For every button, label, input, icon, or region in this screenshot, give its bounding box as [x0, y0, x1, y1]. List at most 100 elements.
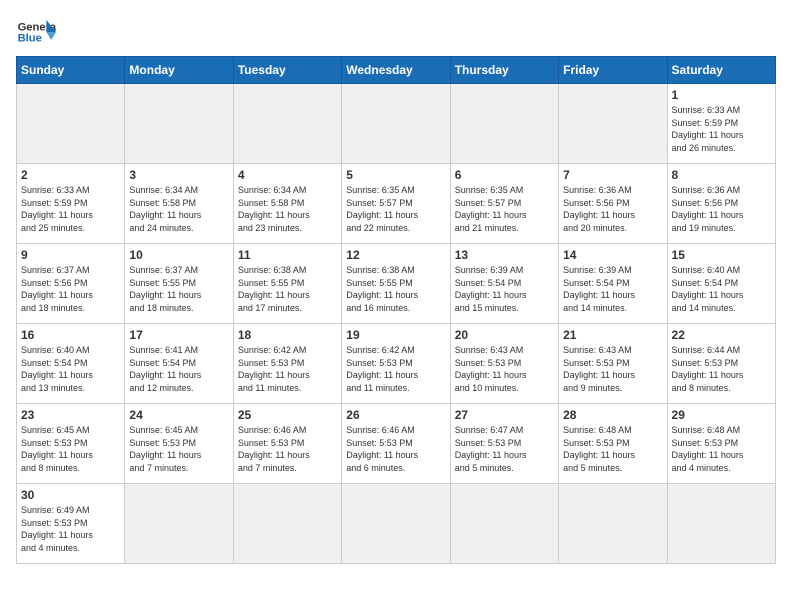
calendar-cell: 17Sunrise: 6:41 AM Sunset: 5:54 PM Dayli… [125, 324, 233, 404]
calendar-cell [559, 84, 667, 164]
day-info: Sunrise: 6:47 AM Sunset: 5:53 PM Dayligh… [455, 424, 554, 474]
day-info: Sunrise: 6:39 AM Sunset: 5:54 PM Dayligh… [455, 264, 554, 314]
day-number: 6 [455, 168, 554, 182]
day-number: 19 [346, 328, 445, 342]
calendar-cell: 24 Sunrise: 6:45 AM Sunset: 5:53 PM Dayli… [125, 404, 233, 484]
day-info: Sunrise: 6:43 AM Sunset: 5:53 PM Dayligh… [563, 344, 662, 394]
day-number: 24 [129, 408, 228, 422]
calendar-cell [233, 484, 341, 564]
calendar: SundayMondayTuesdayWednesdayThursdayFrid… [16, 56, 776, 564]
day-number: 29 [672, 408, 771, 422]
calendar-cell: 25 Sunrise: 6:46 AM Sunset: 5:53 PM Dayli… [233, 404, 341, 484]
day-info: Sunrise: 6:36 AM Sunset: 5:56 PM Dayligh… [672, 184, 771, 234]
day-info: Sunrise: 6:48 AM Sunset: 5:53 PM Dayligh… [563, 424, 662, 474]
calendar-cell [17, 84, 125, 164]
day-number: 30 [21, 488, 120, 502]
calendar-cell: 12 Sunrise: 6:38 AM Sunset: 5:55 PM Dayli… [342, 244, 450, 324]
day-number: 3 [129, 168, 228, 182]
calendar-cell [450, 484, 558, 564]
day-number: 25 [238, 408, 337, 422]
calendar-cell: 14 Sunrise: 6:39 AM Sunset: 5:54 PM Dayli… [559, 244, 667, 324]
calendar-cell: 11Sunrise: 6:38 AM Sunset: 5:55 PM Dayli… [233, 244, 341, 324]
calendar-cell: 30 Sunrise: 6:49 AM Sunset: 5:53 PM Dayli… [17, 484, 125, 564]
calendar-cell: 20 Sunrise: 6:43 AM Sunset: 5:53 PM Dayli… [450, 324, 558, 404]
day-info: Sunrise: 6:48 AM Sunset: 5:53 PM Dayligh… [672, 424, 771, 474]
day-number: 16 [21, 328, 120, 342]
page-header: General Blue [16, 16, 776, 48]
day-number: 5 [346, 168, 445, 182]
calendar-cell [342, 84, 450, 164]
weekday-header-wednesday: Wednesday [342, 57, 450, 84]
day-info: Sunrise: 6:44 AM Sunset: 5:53 PM Dayligh… [672, 344, 771, 394]
week-row-6: 30 Sunrise: 6:49 AM Sunset: 5:53 PM Dayli… [17, 484, 776, 564]
day-number: 12 [346, 248, 445, 262]
day-info: Sunrise: 6:38 AM Sunset: 5:55 PM Dayligh… [346, 264, 445, 314]
svg-text:Blue: Blue [18, 33, 42, 45]
calendar-cell: 22 Sunrise: 6:44 AM Sunset: 5:53 PM Dayli… [667, 324, 775, 404]
day-info: Sunrise: 6:43 AM Sunset: 5:53 PM Dayligh… [455, 344, 554, 394]
day-info: Sunrise: 6:38 AM Sunset: 5:55 PM Dayligh… [238, 264, 337, 314]
day-info: Sunrise: 6:46 AM Sunset: 5:53 PM Dayligh… [346, 424, 445, 474]
calendar-cell: 29 Sunrise: 6:48 AM Sunset: 5:53 PM Dayli… [667, 404, 775, 484]
day-number: 23 [21, 408, 120, 422]
day-number: 9 [21, 248, 120, 262]
day-info: Sunrise: 6:39 AM Sunset: 5:54 PM Dayligh… [563, 264, 662, 314]
day-info: Sunrise: 6:41 AM Sunset: 5:54 PM Dayligh… [129, 344, 228, 394]
day-info: Sunrise: 6:46 AM Sunset: 5:53 PM Dayligh… [238, 424, 337, 474]
day-number: 26 [346, 408, 445, 422]
logo-icon: General Blue [16, 16, 56, 48]
day-info: Sunrise: 6:36 AM Sunset: 5:56 PM Dayligh… [563, 184, 662, 234]
day-info: Sunrise: 6:35 AM Sunset: 5:57 PM Dayligh… [346, 184, 445, 234]
calendar-cell: 21 Sunrise: 6:43 AM Sunset: 5:53 PM Dayli… [559, 324, 667, 404]
weekday-header-monday: Monday [125, 57, 233, 84]
weekday-header-tuesday: Tuesday [233, 57, 341, 84]
calendar-cell: 27 Sunrise: 6:47 AM Sunset: 5:53 PM Dayli… [450, 404, 558, 484]
calendar-cell: 3 Sunrise: 6:34 AM Sunset: 5:58 PM Daylig… [125, 164, 233, 244]
weekday-header-row: SundayMondayTuesdayWednesdayThursdayFrid… [17, 57, 776, 84]
calendar-cell: 19 Sunrise: 6:42 AM Sunset: 5:53 PM Dayli… [342, 324, 450, 404]
day-number: 15 [672, 248, 771, 262]
calendar-cell: 9Sunrise: 6:37 AM Sunset: 5:56 PM Daylig… [17, 244, 125, 324]
day-info: Sunrise: 6:40 AM Sunset: 5:54 PM Dayligh… [672, 264, 771, 314]
week-row-4: 16 Sunrise: 6:40 AM Sunset: 5:54 PM Dayli… [17, 324, 776, 404]
weekday-header-thursday: Thursday [450, 57, 558, 84]
day-number: 27 [455, 408, 554, 422]
day-info: Sunrise: 6:40 AM Sunset: 5:54 PM Dayligh… [21, 344, 120, 394]
day-number: 13 [455, 248, 554, 262]
day-number: 8 [672, 168, 771, 182]
calendar-cell: 16 Sunrise: 6:40 AM Sunset: 5:54 PM Dayli… [17, 324, 125, 404]
day-number: 14 [563, 248, 662, 262]
calendar-cell: 13 Sunrise: 6:39 AM Sunset: 5:54 PM Dayli… [450, 244, 558, 324]
day-number: 7 [563, 168, 662, 182]
calendar-cell: 18Sunrise: 6:42 AM Sunset: 5:53 PM Dayli… [233, 324, 341, 404]
calendar-cell [342, 484, 450, 564]
day-info: Sunrise: 6:35 AM Sunset: 5:57 PM Dayligh… [455, 184, 554, 234]
weekday-header-friday: Friday [559, 57, 667, 84]
day-info: Sunrise: 6:34 AM Sunset: 5:58 PM Dayligh… [238, 184, 337, 234]
calendar-cell [125, 484, 233, 564]
day-info: Sunrise: 6:42 AM Sunset: 5:53 PM Dayligh… [346, 344, 445, 394]
day-number: 2 [21, 168, 120, 182]
calendar-cell [450, 84, 558, 164]
calendar-cell [233, 84, 341, 164]
day-number: 21 [563, 328, 662, 342]
day-info: Sunrise: 6:34 AM Sunset: 5:58 PM Dayligh… [129, 184, 228, 234]
day-info: Sunrise: 6:37 AM Sunset: 5:55 PM Dayligh… [129, 264, 228, 314]
calendar-cell: 15 Sunrise: 6:40 AM Sunset: 5:54 PM Dayli… [667, 244, 775, 324]
weekday-header-saturday: Saturday [667, 57, 775, 84]
calendar-cell: 6 Sunrise: 6:35 AM Sunset: 5:57 PM Daylig… [450, 164, 558, 244]
calendar-cell: 28Sunrise: 6:48 AM Sunset: 5:53 PM Dayli… [559, 404, 667, 484]
calendar-cell: 23Sunrise: 6:45 AM Sunset: 5:53 PM Dayli… [17, 404, 125, 484]
day-number: 22 [672, 328, 771, 342]
week-row-1: 1Sunrise: 6:33 AM Sunset: 5:59 PM Daylig… [17, 84, 776, 164]
day-number: 20 [455, 328, 554, 342]
day-info: Sunrise: 6:49 AM Sunset: 5:53 PM Dayligh… [21, 504, 120, 554]
week-row-2: 2Sunrise: 6:33 AM Sunset: 5:59 PM Daylig… [17, 164, 776, 244]
calendar-cell: 26 Sunrise: 6:46 AM Sunset: 5:53 PM Dayli… [342, 404, 450, 484]
calendar-cell: 10Sunrise: 6:37 AM Sunset: 5:55 PM Dayli… [125, 244, 233, 324]
day-info: Sunrise: 6:45 AM Sunset: 5:53 PM Dayligh… [129, 424, 228, 474]
day-info: Sunrise: 6:42 AM Sunset: 5:53 PM Dayligh… [238, 344, 337, 394]
calendar-cell [559, 484, 667, 564]
calendar-cell: 4Sunrise: 6:34 AM Sunset: 5:58 PM Daylig… [233, 164, 341, 244]
calendar-cell: 7 Sunrise: 6:36 AM Sunset: 5:56 PM Daylig… [559, 164, 667, 244]
